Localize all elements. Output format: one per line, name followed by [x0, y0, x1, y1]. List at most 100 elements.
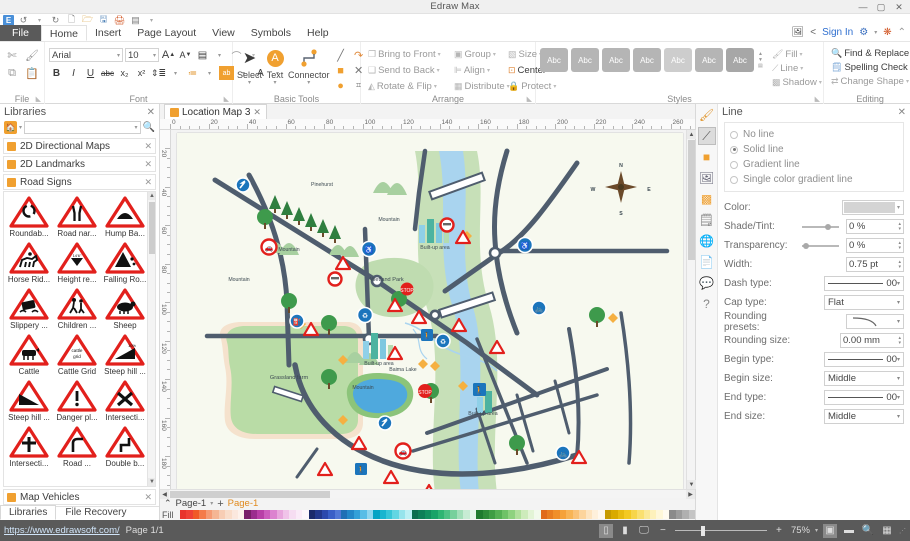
list-item[interactable]: Double b...: [101, 425, 149, 468]
cap-type-select[interactable]: Flat ▾: [824, 295, 904, 310]
edraw-logo-icon[interactable]: E: [3, 14, 14, 26]
chevron-down-icon[interactable]: ▾: [248, 80, 251, 86]
slider-knob[interactable]: [824, 223, 831, 230]
fit-page-icon[interactable]: ▣: [823, 523, 837, 538]
collapse-ribbon-icon[interactable]: ⌃: [898, 27, 906, 38]
end-type-select[interactable]: 00 ▾: [824, 390, 904, 405]
search-input[interactable]: ▾: [24, 121, 141, 134]
line-tool-icon[interactable]: ╱: [334, 49, 348, 62]
distribute-button[interactable]: ▦ Distribute ▾: [451, 80, 510, 93]
settings-dropdown-icon[interactable]: ▾: [874, 29, 877, 36]
find-replace-button[interactable]: 🔍 Find & Replace: [828, 47, 910, 60]
document-icon[interactable]: 🗒: [698, 211, 716, 229]
undo-icon[interactable]: ↺: [17, 15, 30, 26]
scroll-down-icon[interactable]: ▼: [148, 478, 155, 486]
add-page-button[interactable]: +: [217, 498, 223, 510]
font-family-select[interactable]: Arial ▾: [49, 48, 123, 62]
shape-color-icon[interactable]: ■: [698, 148, 716, 166]
chevron-down-icon[interactable]: ▾: [307, 80, 310, 86]
list-item[interactable]: Sheep: [101, 287, 149, 330]
cut-icon[interactable]: ✄: [4, 47, 20, 63]
list-item[interactable]: cattle grid Cattle Grid: [53, 333, 101, 376]
copy-icon[interactable]: ⧉: [4, 65, 20, 81]
group-button[interactable]: ▣ Group ▾: [451, 48, 503, 61]
line-button[interactable]: ⟋ Line ▾: [769, 62, 825, 75]
scrollbar-thumb[interactable]: [170, 491, 330, 498]
rectangle-tool-icon[interactable]: ■: [334, 64, 348, 77]
present-icon[interactable]: 🖼: [792, 27, 805, 38]
style-thumbnail[interactable]: Abc: [571, 48, 599, 72]
slider-knob[interactable]: [802, 242, 809, 249]
radio-single-color-gradient-line[interactable]: Single color gradient line: [730, 172, 898, 187]
shade-tint-slider[interactable]: [802, 220, 839, 234]
line-icon[interactable]: ⟋: [697, 127, 716, 145]
close-icon[interactable]: ✕: [898, 107, 906, 118]
highlight-icon[interactable]: ab: [219, 66, 234, 80]
close-icon[interactable]: ✕: [144, 492, 152, 503]
scroll-up-icon[interactable]: ▲: [687, 130, 696, 139]
page-tab-page-1[interactable]: Page-1: [228, 498, 259, 509]
grow-font-button[interactable]: A ▲: [161, 48, 176, 62]
spinner-arrows[interactable]: ▴ ▾: [898, 221, 901, 232]
drawing-canvas[interactable]: ♿ ♻ ⛽ ♿ 🚲 ♻ 🚶 🚶 🚶 🚲 🚗 🚗 STOP STOP N E S …: [171, 130, 686, 489]
menu-tab-home[interactable]: Home: [40, 25, 87, 41]
file-dialog-launcher[interactable]: ◣: [36, 95, 41, 103]
ellipse-tool-icon[interactable]: ●: [334, 79, 348, 92]
single-page-icon[interactable]: ▯: [598, 523, 613, 538]
send-to-back-button[interactable]: ❑ Send to Back ▾: [365, 64, 449, 77]
presentation-icon[interactable]: 🖵: [637, 524, 651, 538]
style-nav-down-icon[interactable]: ▼: [758, 57, 763, 63]
resize-grip-icon[interactable]: ⋰: [899, 527, 906, 535]
scroll-left-icon[interactable]: ◀: [160, 490, 169, 499]
style-thumbnail[interactable]: Abc: [540, 48, 568, 72]
style-gallery-nav[interactable]: ▲ ▼ ▤: [758, 51, 763, 69]
list-item[interactable]: Intersecti...: [5, 425, 53, 468]
canvas-horizontal-scrollbar[interactable]: ◀ ▶: [160, 489, 695, 499]
two-page-icon[interactable]: ▮: [618, 524, 632, 538]
zoom-slider[interactable]: [674, 525, 767, 537]
list-item[interactable]: Intersecti...: [101, 379, 149, 422]
redo-icon[interactable]: ↻: [49, 15, 62, 26]
comment-icon[interactable]: 💬: [698, 274, 716, 292]
bold-button[interactable]: B: [49, 66, 64, 80]
list-item[interactable]: Cattle: [5, 333, 53, 376]
begin-type-select[interactable]: 00 ▾: [824, 352, 904, 367]
scroll-up-icon[interactable]: ▲: [148, 192, 155, 200]
customize-icon[interactable]: ▤: [129, 15, 142, 26]
end-size-select[interactable]: Middle ▾: [824, 409, 904, 424]
open-icon[interactable]: 🗁: [81, 14, 94, 26]
tab-libraries[interactable]: Libraries: [0, 505, 57, 520]
style-thumbnail[interactable]: Abc: [633, 48, 661, 72]
list-item[interactable]: Road nar...: [53, 195, 101, 238]
gear-icon[interactable]: ⚙: [859, 27, 868, 38]
edraw-website-link[interactable]: https://www.edrawsoft.com/: [4, 525, 120, 536]
customize-dropdown-icon[interactable]: ▾: [145, 15, 158, 26]
location-map-diagram[interactable]: ♿ ♻ ⛽ ♿ 🚲 ♻ 🚶 🚶 🚶 🚲 🚗 🚗 STOP STOP N E S …: [177, 133, 683, 489]
document-tab-location-map-3[interactable]: Location Map 3 ✕: [164, 104, 267, 119]
vertical-ruler[interactable]: 20406080100120140160180200: [160, 130, 171, 489]
close-icon[interactable]: ✕: [144, 177, 152, 188]
image-icon[interactable]: 🖼: [698, 169, 716, 187]
spinner-arrows[interactable]: ▴ ▾: [898, 335, 901, 346]
styles-dialog-launcher[interactable]: ◣: [815, 95, 820, 103]
globe-icon[interactable]: 🌐: [698, 232, 716, 250]
menu-tab-page-layout[interactable]: Page Layout: [129, 25, 204, 41]
library-scrollbar[interactable]: ▲ ▼: [147, 192, 155, 486]
line-spacing-dropdown-icon[interactable]: ▾: [168, 66, 183, 80]
font-size-select[interactable]: 10 ▾: [125, 48, 159, 62]
line-spacing-icon[interactable]: ⇕≣: [151, 66, 166, 80]
format-painter-icon[interactable]: 🖌: [24, 47, 40, 63]
scrollbar-thumb[interactable]: [149, 202, 155, 254]
shadow-button[interactable]: ▩ Shadow ▾: [769, 76, 825, 89]
paste-icon[interactable]: 📋: [24, 65, 40, 81]
superscript-button[interactable]: x²: [134, 66, 149, 80]
list-item[interactable]: 14'6" Height re...: [53, 241, 101, 284]
page-icon[interactable]: 📄: [698, 253, 716, 271]
change-shape-button[interactable]: ⇄ Change Shape ▾: [828, 75, 910, 88]
canvas-vertical-scrollbar[interactable]: ▲ ▼: [686, 130, 696, 489]
fit-width-icon[interactable]: ▬: [842, 524, 856, 538]
align-dropdown-icon[interactable]: ▾: [212, 48, 227, 62]
arrange-dialog-launcher[interactable]: ◣: [527, 95, 532, 103]
new-icon[interactable]: 🗋: [65, 14, 78, 26]
chevron-down-icon[interactable]: ▾: [274, 80, 277, 86]
